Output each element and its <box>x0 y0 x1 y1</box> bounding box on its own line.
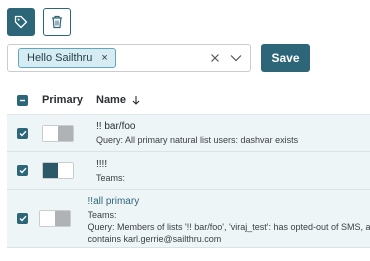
chevron-down-icon[interactable] <box>230 54 242 62</box>
toolbar <box>7 8 71 36</box>
filter-chip-label: Hello Sailthru <box>27 52 93 64</box>
save-button[interactable]: Save <box>261 44 310 72</box>
header-name[interactable]: Name <box>96 94 126 106</box>
table-row[interactable]: !!all primary Teams: Query: Members of l… <box>7 190 370 248</box>
list-name[interactable]: !! bar/foo <box>96 121 298 133</box>
list-teams: Teams: <box>96 173 126 183</box>
table-row[interactable]: !!!! Teams: <box>7 152 370 190</box>
tag-button[interactable] <box>7 8 35 36</box>
primary-toggle[interactable] <box>42 162 74 179</box>
close-icon[interactable] <box>210 53 220 63</box>
list-query-continued: contains karl.gerrie@sailthru.com <box>87 234 222 244</box>
list-filter-select[interactable]: Hello Sailthru × <box>7 44 251 72</box>
list-query: Query: All primary natural list users: d… <box>96 135 299 145</box>
delete-button[interactable] <box>43 8 71 36</box>
primary-toggle[interactable] <box>42 124 74 142</box>
chip-remove-button[interactable]: × <box>101 52 107 64</box>
check-icon <box>19 215 27 222</box>
header-primary[interactable]: Primary <box>41 94 96 106</box>
primary-toggle[interactable] <box>39 210 72 227</box>
list-query: Query: Members of lists '!! bar/foo', 'v… <box>87 222 370 232</box>
row-checkbox[interactable] <box>17 127 28 139</box>
minus-icon <box>20 99 25 101</box>
table-header: Primary Name <box>7 86 370 115</box>
check-icon <box>19 167 27 174</box>
check-icon <box>19 130 27 137</box>
list-teams: Teams: <box>87 210 117 220</box>
filter-chip: Hello Sailthru × <box>18 48 116 68</box>
tag-icon <box>14 15 28 29</box>
arrow-down-icon[interactable] <box>132 95 140 105</box>
row-checkbox[interactable] <box>17 213 28 224</box>
lists-table: Primary Name !! bar/foo Query: All prima… <box>7 86 370 248</box>
list-name[interactable]: !!!! <box>96 159 125 171</box>
trash-icon <box>52 15 62 29</box>
select-all-checkbox[interactable] <box>17 94 28 106</box>
list-name[interactable]: !!all primary <box>88 196 370 208</box>
filter-row: Hello Sailthru × Save <box>7 44 310 72</box>
row-checkbox[interactable] <box>17 165 28 176</box>
table-row[interactable]: !! bar/foo Query: All primary natural li… <box>7 115 370 152</box>
